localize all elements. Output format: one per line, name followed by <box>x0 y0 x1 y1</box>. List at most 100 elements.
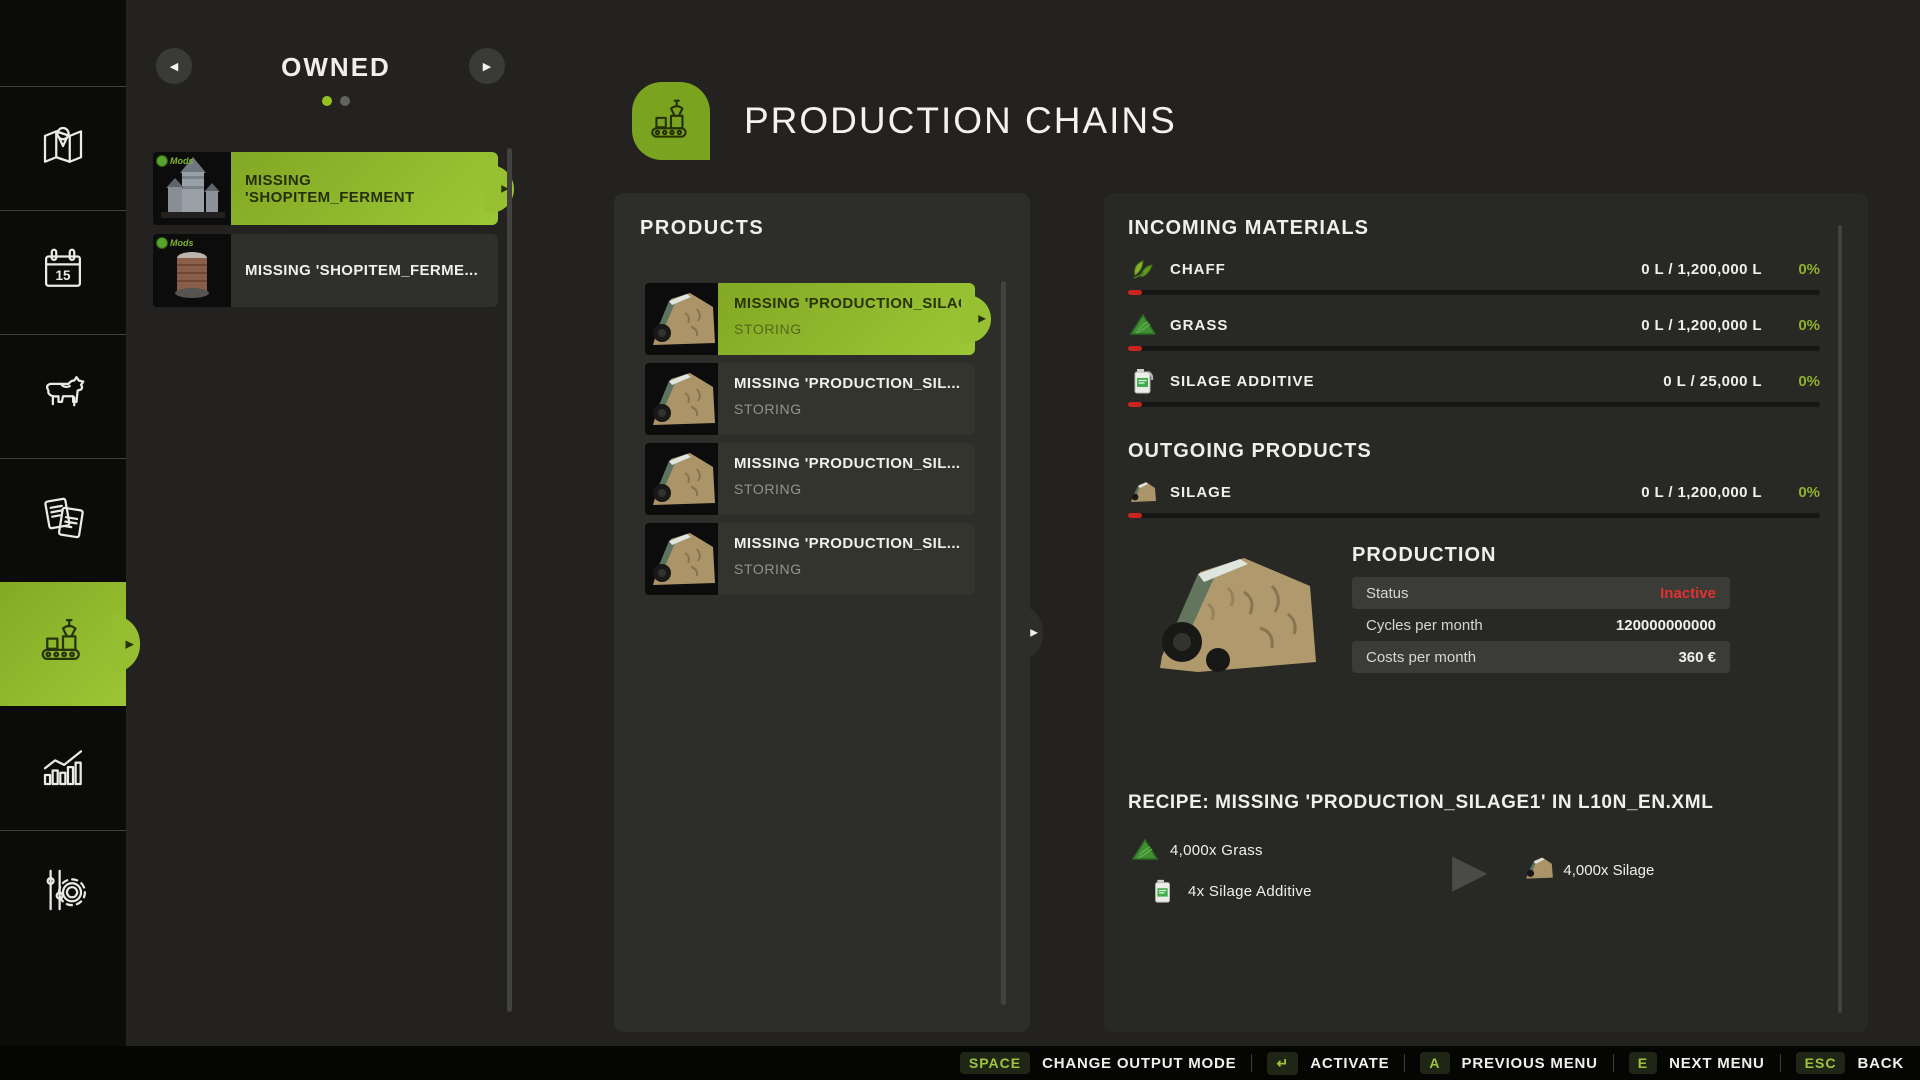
products-title: PRODUCTS <box>640 217 764 240</box>
owned-panel: ◀ OWNED ▶ <box>126 0 546 1046</box>
product-thumbnail <box>645 523 718 595</box>
sidebar-item-statistics[interactable] <box>0 706 126 830</box>
key-space: SPACE <box>960 1052 1030 1074</box>
production-icon <box>36 615 90 674</box>
product-title: MISSING 'PRODUCTION_SIL... <box>734 375 975 392</box>
arrow-right-icon: ▶ <box>483 60 491 73</box>
product-item[interactable]: MISSING 'PRODUCTION_SILAG STORING ▶ <box>645 283 975 355</box>
sidebar-item-calendar[interactable]: 15 <box>0 210 126 334</box>
product-item[interactable]: MISSING 'PRODUCTION_SIL... STORING <box>645 363 975 435</box>
product-title: MISSING 'PRODUCTION_SIL... <box>734 455 975 472</box>
status-value: Inactive <box>1660 585 1716 602</box>
product-status: STORING <box>734 561 975 577</box>
sidebar-spacer <box>0 0 126 86</box>
map-icon <box>36 119 90 178</box>
material-progress-fill <box>1128 402 1142 407</box>
incoming-materials-title: INCOMING MATERIALS <box>1128 217 1868 240</box>
separator <box>1404 1054 1405 1072</box>
chevron-right-icon: ▶ <box>1030 628 1038 639</box>
sidebar-item-settings[interactable] <box>0 830 126 954</box>
hotkey-activate[interactable]: ↵ ACTIVATE <box>1267 1052 1389 1075</box>
owned-item[interactable]: Mods MISSING 'SHOPITEM_FERMENT ▶ <box>153 152 498 225</box>
separator <box>1780 1054 1781 1072</box>
production-photo <box>1148 544 1326 680</box>
statistics-icon <box>36 739 90 798</box>
material-row: SILAGE 0 L / 1,200,000 L 0% <box>1128 477 1820 518</box>
material-amount: 0 L / 1,200,000 L <box>1641 317 1762 334</box>
grass-icon <box>1128 311 1158 339</box>
outgoing-products-title: OUTGOING PRODUCTS <box>1128 440 1868 463</box>
recipe-output: 4,000x Silage <box>1563 862 1654 879</box>
owned-scrollbar[interactable] <box>507 148 512 1012</box>
material-row: GRASS 0 L / 1,200,000 L 0% <box>1128 310 1820 351</box>
product-item[interactable]: MISSING 'PRODUCTION_SIL... STORING <box>645 443 975 515</box>
mod-badge: Mods <box>156 237 194 249</box>
owned-next-button[interactable]: ▶ <box>469 48 505 84</box>
sidebar-item-production[interactable]: ▶ <box>0 582 126 706</box>
material-name: GRASS <box>1170 317 1228 334</box>
calendar-icon: 15 <box>36 243 90 302</box>
chaff-icon <box>1128 255 1158 283</box>
settings-icon <box>36 863 90 922</box>
product-thumbnail <box>645 443 718 515</box>
material-percent: 0% <box>1762 484 1820 501</box>
owned-item-thumbnail: Mods <box>153 234 231 307</box>
material-amount: 0 L / 1,200,000 L <box>1641 261 1762 278</box>
product-status: STORING <box>734 321 975 337</box>
hotkey-bar: SPACE CHANGE OUTPUT MODE ↵ ACTIVATE A PR… <box>0 1046 1920 1080</box>
sidebar-item-map[interactable] <box>0 86 126 210</box>
page-dot-inactive[interactable] <box>340 96 350 106</box>
page-title: PRODUCTION CHAINS <box>744 100 1177 142</box>
silage-additive-icon <box>1146 878 1180 904</box>
play-arrow-icon: ▶ <box>1452 847 1487 893</box>
material-progress-bar <box>1128 346 1820 351</box>
production-table: Status Inactive Cycles per month 1200000… <box>1352 577 1730 673</box>
material-percent: 0% <box>1762 261 1820 278</box>
material-progress-fill <box>1128 290 1142 295</box>
hotkey-next-menu[interactable]: E NEXT MENU <box>1629 1052 1765 1074</box>
material-progress-fill <box>1128 346 1142 351</box>
silage-icon <box>1128 479 1158 505</box>
page-header: PRODUCTION CHAINS <box>632 82 1177 160</box>
owned-item[interactable]: Mods MISSING 'SHOPITEM_FERME... <box>153 234 498 307</box>
enter-key-icon: ↵ <box>1267 1052 1298 1075</box>
owned-item-label: MISSING 'SHOPITEM_FERME... <box>231 234 498 307</box>
grass-icon <box>1128 836 1162 864</box>
hotkey-back[interactable]: ESC BACK <box>1796 1052 1904 1074</box>
silage-icon <box>1523 854 1555 886</box>
hotkey-change-output-mode[interactable]: SPACE CHANGE OUTPUT MODE <box>960 1052 1237 1074</box>
key-e: E <box>1629 1052 1657 1074</box>
sidebar: 15 <box>0 0 126 1080</box>
recipe-title: RECIPE: MISSING 'PRODUCTION_SILAGE1' IN … <box>1128 792 1868 814</box>
page-dot-active <box>322 96 332 106</box>
documents-icon <box>36 491 90 550</box>
sidebar-item-contracts[interactable] <box>0 458 126 582</box>
material-progress-bar <box>1128 402 1820 407</box>
material-name: SILAGE ADDITIVE <box>1170 373 1314 390</box>
key-a: A <box>1420 1052 1449 1074</box>
svg-text:15: 15 <box>55 268 71 283</box>
details-scrollbar[interactable] <box>1838 225 1842 1013</box>
owned-item-thumbnail: Mods <box>153 152 231 225</box>
silage-additive-icon <box>1128 367 1158 395</box>
sidebar-item-animals[interactable] <box>0 334 126 458</box>
product-thumbnail <box>645 363 718 435</box>
product-thumbnail <box>645 283 718 355</box>
panel-expand-bump[interactable]: ▶ <box>1017 605 1043 661</box>
separator <box>1251 1054 1252 1072</box>
production-chains-icon <box>632 82 710 160</box>
material-name: SILAGE <box>1170 484 1232 501</box>
hotkey-previous-menu[interactable]: A PREVIOUS MENU <box>1420 1052 1597 1074</box>
owned-page-dots <box>126 96 546 106</box>
mod-badge: Mods <box>156 155 194 167</box>
production-title: PRODUCTION <box>1352 544 1730 567</box>
product-item[interactable]: MISSING 'PRODUCTION_SIL... STORING <box>645 523 975 595</box>
products-panel: PRODUCTS MISSING 'PRODUCTION_SILAG STORI… <box>614 193 1030 1032</box>
mod-logo-icon <box>156 237 168 249</box>
material-progress-bar <box>1128 290 1820 295</box>
separator <box>1613 1054 1614 1072</box>
recipe-section: RECIPE: MISSING 'PRODUCTION_SILAGE1' IN … <box>1128 792 1868 904</box>
selected-tail: ▶ <box>961 295 991 343</box>
products-scrollbar[interactable] <box>1001 281 1006 1005</box>
material-percent: 0% <box>1762 373 1820 390</box>
